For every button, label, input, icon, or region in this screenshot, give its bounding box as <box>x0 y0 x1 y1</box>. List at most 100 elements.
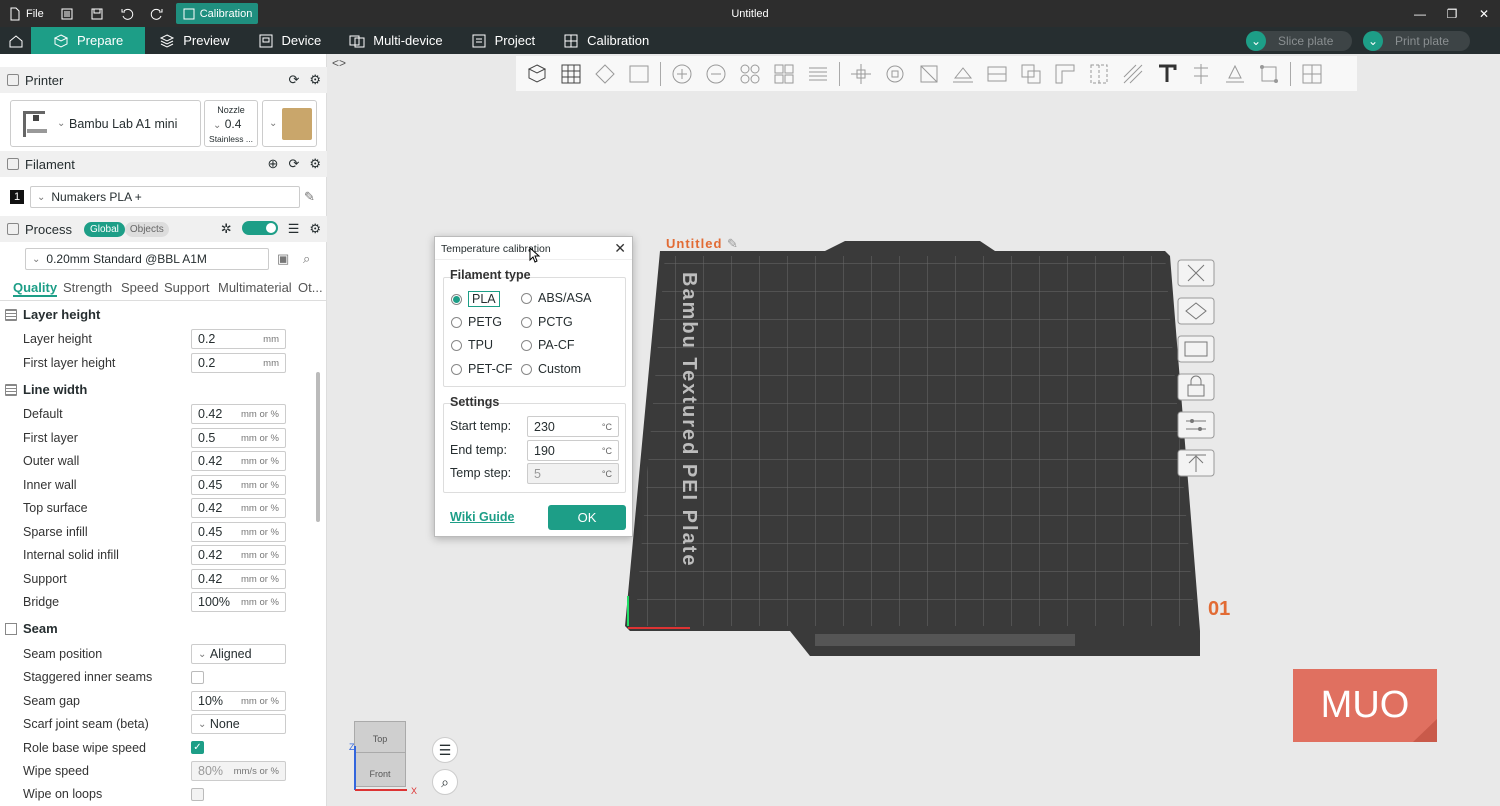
printer-settings-icon[interactable]: ⚙ <box>309 72 321 88</box>
filament-select[interactable]: ⌄ Numakers PLA + <box>30 186 300 208</box>
end-temp-input[interactable]: 190 °C <box>527 440 619 461</box>
objects-toggle[interactable]: Objects <box>124 221 169 237</box>
process-preset-select[interactable]: ⌄ 0.20mm Standard @BBL A1M <box>25 248 269 270</box>
inner-wall-input[interactable]: 0.45 mm or % <box>191 475 286 495</box>
tab-multimaterial[interactable]: Multimaterial <box>218 280 292 295</box>
printer-select[interactable]: ⌄ Bambu Lab A1 mini <box>10 100 201 147</box>
tab-prepare[interactable]: Prepare <box>31 27 146 54</box>
sidebar-scrollbar[interactable] <box>316 372 320 522</box>
tab-speed[interactable]: Speed <box>121 280 159 295</box>
wipe-loops-checkbox[interactable] <box>191 788 204 801</box>
plate-name[interactable]: Untitled ✎ <box>666 236 739 252</box>
radio-pctg[interactable]: PCTG <box>521 315 573 329</box>
sync-filament-icon[interactable]: ⟳ <box>288 156 299 172</box>
text-button[interactable] <box>1150 58 1184 90</box>
minimize-icon[interactable]: — <box>1404 0 1436 27</box>
tab-others[interactable]: Ot... <box>298 280 323 295</box>
arrange-button[interactable] <box>622 58 656 90</box>
orient-plate-button[interactable] <box>1176 334 1216 364</box>
close-icon[interactable]: ✕ <box>614 240 626 257</box>
radio-abs-asa[interactable]: ABS/ASA <box>521 291 592 305</box>
file-menu[interactable]: File <box>0 0 52 27</box>
redo-button[interactable] <box>142 0 172 27</box>
move-plate-button[interactable] <box>1176 448 1216 478</box>
tab-calibration[interactable]: Calibration <box>549 27 663 54</box>
tab-device[interactable]: Device <box>244 27 336 54</box>
view-mode-button[interactable] <box>1295 58 1329 90</box>
sync-icon[interactable]: ⟳ <box>288 72 299 88</box>
seam-position-select[interactable]: ⌄ Aligned <box>191 644 286 664</box>
ok-button[interactable]: OK <box>548 505 626 530</box>
internal-solid-infill-input[interactable]: 0.42 mm or % <box>191 545 286 565</box>
add-filament-icon[interactable]: ⊕ <box>268 156 279 172</box>
split-objects-button[interactable] <box>733 58 767 90</box>
tab-project[interactable]: Project <box>457 27 549 54</box>
remove-instance-button[interactable] <box>699 58 733 90</box>
split-parts-button[interactable] <box>767 58 801 90</box>
seam-gap-input[interactable]: 10% mm or % <box>191 691 286 711</box>
slice-plate-button[interactable]: ⌄ Slice plate <box>1246 31 1352 51</box>
outer-wall-input[interactable]: 0.42 mm or % <box>191 451 286 471</box>
assembly-button[interactable] <box>1218 58 1252 90</box>
nozzle-select[interactable]: Nozzle ⌄ 0.4 Stainless ... <box>204 100 258 147</box>
collapse-sidebar-icon[interactable]: <> <box>332 56 350 74</box>
temp-step-input[interactable]: 5 °C <box>527 463 619 484</box>
brim-ears-button[interactable] <box>1252 58 1286 90</box>
layers-button[interactable] <box>801 58 835 90</box>
edit-icon[interactable]: ✎ <box>727 236 739 251</box>
seam-paint-button[interactable] <box>1082 58 1116 90</box>
menu-button[interactable] <box>52 0 82 27</box>
measure-button[interactable] <box>1184 58 1218 90</box>
auto-arrange-button[interactable] <box>1176 296 1216 326</box>
save-button[interactable] <box>82 0 112 27</box>
boolean-button[interactable] <box>1014 58 1048 90</box>
undo-button[interactable] <box>112 0 142 27</box>
default-width-input[interactable]: 0.42 mm or % <box>191 404 286 424</box>
tab-support[interactable]: Support <box>164 280 210 295</box>
move-button[interactable] <box>844 58 878 90</box>
radio-pa-cf[interactable]: PA-CF <box>521 338 575 352</box>
start-temp-input[interactable]: 230 °C <box>527 416 619 437</box>
tab-multi-device[interactable]: Multi-device <box>335 27 456 54</box>
calibration-badge[interactable]: Calibration <box>175 3 259 24</box>
close-icon[interactable]: ✕ <box>1468 0 1500 27</box>
radio-pet-cf[interactable]: PET-CF <box>451 362 512 376</box>
role-wipe-checkbox[interactable]: ✓ <box>191 741 204 754</box>
global-toggle[interactable]: Global <box>83 221 125 237</box>
radio-tpu[interactable]: TPU <box>451 338 493 352</box>
scarf-select[interactable]: ⌄ None <box>191 714 286 734</box>
first-layer-width-input[interactable]: 0.5 mm or % <box>191 428 286 448</box>
layer-height-input[interactable]: 0.2 mm <box>191 329 286 349</box>
advanced-switch[interactable] <box>241 221 278 235</box>
radio-pla[interactable]: PLA <box>451 291 500 307</box>
home-button[interactable] <box>0 27 31 54</box>
sparse-infill-input[interactable]: 0.45 mm or % <box>191 522 286 542</box>
cut-button[interactable] <box>980 58 1014 90</box>
search-icon[interactable]: ⌕ <box>303 251 310 267</box>
scale-button[interactable] <box>912 58 946 90</box>
maximize-icon[interactable]: ❐ <box>1436 0 1468 27</box>
lay-on-face-button[interactable] <box>946 58 980 90</box>
edit-icon[interactable]: ✎ <box>304 189 315 205</box>
tab-strength[interactable]: Strength <box>63 280 112 295</box>
plate-sliders-button[interactable] <box>1176 410 1216 440</box>
advanced-icon[interactable]: ✲ <box>221 221 232 237</box>
radio-petg[interactable]: PETG <box>451 315 502 329</box>
view-menu-button[interactable]: ☰ <box>432 737 458 763</box>
lock-plate-button[interactable] <box>1176 372 1216 402</box>
wiki-guide-link[interactable]: Wiki Guide <box>450 510 514 524</box>
add-plate-button[interactable] <box>554 58 588 90</box>
radio-custom[interactable]: Custom <box>521 362 581 376</box>
wipe-speed-input[interactable]: 80% mm/s or % <box>191 761 286 781</box>
add-object-button[interactable] <box>520 58 554 90</box>
delete-plate-button[interactable] <box>1176 258 1216 288</box>
tab-quality[interactable]: Quality <box>13 280 58 297</box>
process-settings-icon[interactable]: ⚙ <box>309 221 321 237</box>
bridge-width-input[interactable]: 100% mm or % <box>191 592 286 612</box>
print-plate-button[interactable]: ⌄ Print plate <box>1363 31 1470 51</box>
first-layer-height-input[interactable]: 0.2 mm <box>191 353 286 373</box>
add-instance-button[interactable] <box>665 58 699 90</box>
rotate-button[interactable] <box>878 58 912 90</box>
support-width-input[interactable]: 0.42 mm or % <box>191 569 286 589</box>
build-plate[interactable] <box>620 236 1220 656</box>
